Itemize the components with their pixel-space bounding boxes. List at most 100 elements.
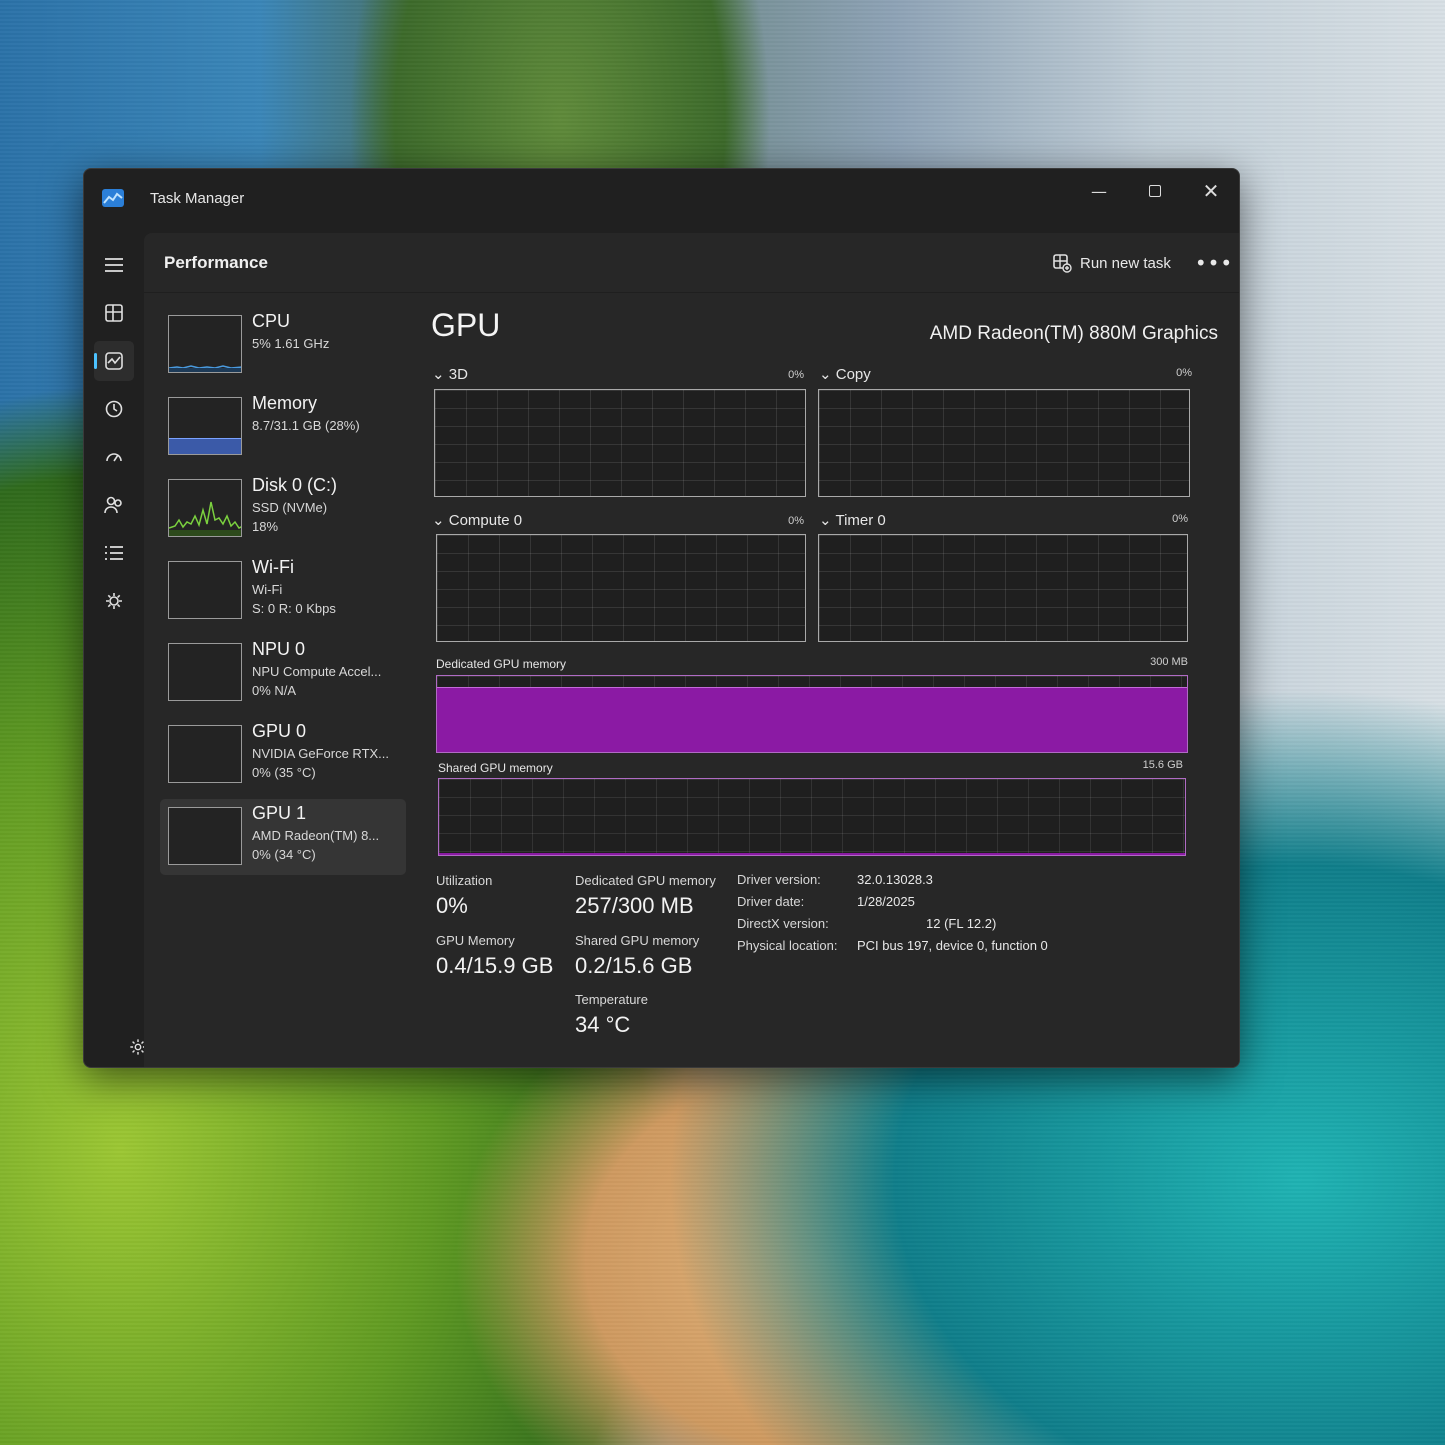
resource-list: CPU 5% 1.61 GHz Memory 8.7/31.1 GB (28%)… <box>160 307 410 881</box>
engine-label: Compute 0 <box>448 512 523 529</box>
title-bar[interactable]: Task Manager — ✕ <box>84 169 1239 229</box>
shared-memory-value: 0.2/15.6 GB <box>575 953 693 978</box>
resource-usage: S: 0 R: 0 Kbps <box>252 601 336 616</box>
task-manager-app-icon <box>102 189 124 207</box>
engine-percent: 0% <box>1172 513 1188 525</box>
utilization-label: Utilization <box>436 873 493 888</box>
shared-memory-graph-max: 15.6 GB <box>1142 759 1183 771</box>
processes-icon <box>105 304 123 322</box>
physical-location-value: PCI bus 197, device 0, function 0 <box>857 938 1048 953</box>
resource-item-disk[interactable]: Disk 0 (C:) SSD (NVMe) 18% <box>160 471 406 547</box>
run-new-task-button[interactable]: Run new task <box>1044 247 1179 279</box>
performance-icon <box>105 352 123 370</box>
shared-memory-label: Shared GPU memory <box>575 933 700 948</box>
resource-item-memory[interactable]: Memory 8.7/31.1 GB (28%) <box>160 389 406 465</box>
resource-name: Memory <box>252 393 318 413</box>
graph-3d <box>434 389 806 497</box>
resource-usage: 0% (35 °C) <box>252 765 316 780</box>
dedicated-memory-graph <box>436 675 1188 753</box>
startup-apps-icon <box>106 453 122 462</box>
chevron-down-icon: ⌄ <box>819 512 832 529</box>
resource-item-wifi[interactable]: Wi-Fi Wi-Fi S: 0 R: 0 Kbps <box>160 553 406 629</box>
npu-thumbnail-graph <box>168 643 242 701</box>
dedicated-memory-value: 257/300 MB <box>575 893 694 918</box>
maximize-button[interactable] <box>1133 175 1177 207</box>
content-area: Performance Run new task ••• CPU 5% 1.61… <box>144 233 1239 1067</box>
resource-detail: 8.7/31.1 GB (28%) <box>252 418 360 433</box>
wifi-thumbnail-graph <box>168 561 242 619</box>
resource-item-npu0[interactable]: NPU 0 NPU Compute Accel... 0% N/A <box>160 635 406 711</box>
temperature-value: 34 °C <box>575 1012 631 1037</box>
graph-copy <box>818 389 1190 497</box>
chevron-down-icon: ⌄ <box>432 366 445 383</box>
close-button[interactable]: ✕ <box>1189 175 1233 207</box>
dedicated-memory-label: Dedicated GPU memory <box>575 873 716 888</box>
services-icon <box>106 593 122 609</box>
nav-menu-button[interactable] <box>94 245 134 285</box>
minimize-button[interactable]: — <box>1077 175 1121 207</box>
gpu0-thumbnail-graph <box>168 725 242 783</box>
graph-compute0 <box>436 534 806 642</box>
driver-version-key: Driver version: <box>737 872 821 887</box>
task-manager-window: Task Manager — ✕ Performance Run new tas… <box>83 168 1240 1068</box>
disk-thumbnail-graph <box>168 479 242 537</box>
nav-processes[interactable] <box>94 293 134 333</box>
shared-memory-graph <box>438 778 1186 856</box>
nav-startup-apps[interactable] <box>94 437 134 477</box>
nav-performance[interactable] <box>94 341 134 381</box>
more-options-button[interactable]: ••• <box>1194 249 1234 277</box>
more-options-icon: ••• <box>1194 251 1234 275</box>
nav-rail <box>84 229 144 1067</box>
driver-date-value: 1/28/2025 <box>857 894 915 909</box>
resource-detail: 5% 1.61 GHz <box>252 336 330 351</box>
driver-date-key: Driver date: <box>737 894 805 909</box>
resource-detail: NPU Compute Accel... <box>252 664 382 679</box>
engine-selector-timer0[interactable]: ⌄ Timer 0 <box>819 511 886 529</box>
driver-version-value: 32.0.13028.3 <box>857 872 933 887</box>
physical-location-key: Physical location: <box>737 938 838 953</box>
nav-details[interactable] <box>94 533 134 573</box>
nav-users[interactable] <box>94 485 134 525</box>
memory-thumbnail-graph <box>168 397 242 455</box>
chevron-down-icon: ⌄ <box>819 366 832 383</box>
app-history-icon <box>105 400 123 418</box>
graph-timer0 <box>818 534 1188 642</box>
engine-selector-compute0[interactable]: ⌄ Compute 0 <box>432 511 522 529</box>
resource-name: NPU 0 <box>252 639 306 659</box>
page-header: Performance Run new task ••• <box>144 233 1239 293</box>
directx-version-value: 12 (FL 12.2) <box>926 916 997 931</box>
gpu-memory-label: GPU Memory <box>436 933 515 948</box>
resource-detail: AMD Radeon(TM) 8... <box>252 828 380 843</box>
resource-item-cpu[interactable]: CPU 5% 1.61 GHz <box>160 307 406 383</box>
resource-item-gpu0[interactable]: GPU 0 NVIDIA GeForce RTX... 0% (35 °C) <box>160 717 406 793</box>
cpu-thumbnail-graph <box>168 315 242 373</box>
chevron-down-icon: ⌄ <box>432 512 445 529</box>
nav-app-history[interactable] <box>94 389 134 429</box>
directx-version-key: DirectX version: <box>737 916 829 931</box>
engine-label: Timer 0 <box>835 512 886 529</box>
nav-services[interactable] <box>94 581 134 621</box>
run-task-icon <box>1053 254 1072 273</box>
gpu-model-name: AMD Radeon(TM) 880M Graphics <box>929 323 1218 344</box>
dedicated-memory-graph-label: Dedicated GPU memory <box>436 657 567 671</box>
engine-selector-3d[interactable]: ⌄ 3D <box>432 365 468 383</box>
resource-name: Disk 0 (C:) <box>252 475 337 495</box>
utilization-value: 0% <box>436 893 468 918</box>
resource-name: CPU <box>252 311 291 331</box>
engine-percent: 0% <box>788 515 804 527</box>
detail-title: GPU <box>431 307 501 343</box>
engine-label: 3D <box>448 366 468 383</box>
gpu1-thumbnail-graph <box>168 807 242 865</box>
resource-item-gpu1[interactable]: GPU 1 AMD Radeon(TM) 8... 0% (34 °C) <box>160 799 406 875</box>
minimize-icon: — <box>1091 181 1107 201</box>
dedicated-memory-graph-max: 300 MB <box>1150 656 1188 668</box>
run-new-task-label: Run new task <box>1080 254 1171 272</box>
page-title: Performance <box>164 253 268 272</box>
engine-selector-copy[interactable]: ⌄ Copy <box>819 365 871 383</box>
gpu-memory-value: 0.4/15.9 GB <box>436 953 554 978</box>
resource-usage: 0% N/A <box>252 683 297 698</box>
resource-detail: Wi-Fi <box>252 582 283 597</box>
shared-memory-fill <box>439 853 1185 855</box>
users-icon <box>104 496 122 514</box>
active-indicator <box>94 353 97 369</box>
